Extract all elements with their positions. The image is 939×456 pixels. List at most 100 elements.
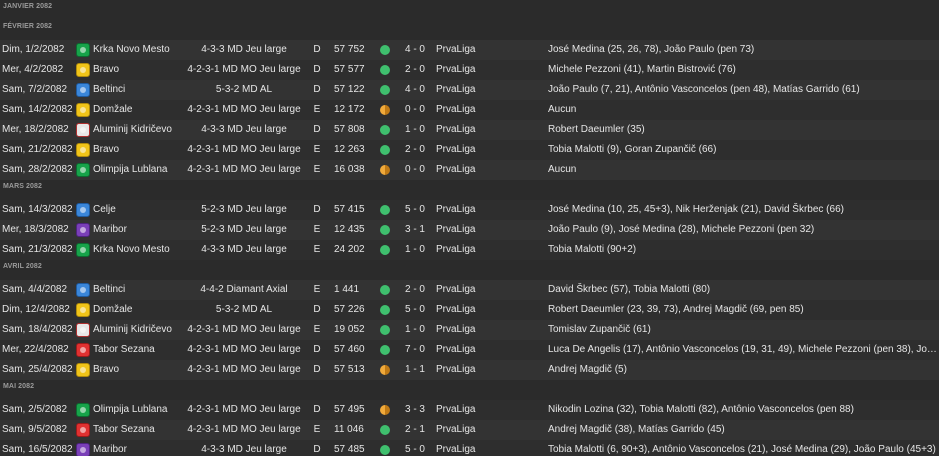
match-score[interactable]: 1 - 0 xyxy=(400,320,430,340)
match-date[interactable]: Dim, 1/2/2082 xyxy=(2,40,74,60)
match-row[interactable]: Sam, 21/3/2082 Krka Novo Mesto 4-3-3 MD … xyxy=(0,240,939,260)
match-date[interactable]: Mer, 4/2/2082 xyxy=(2,60,74,80)
match-date[interactable]: Sam, 25/4/2082 xyxy=(2,360,74,380)
competition[interactable]: PrvaLiga xyxy=(436,360,496,380)
result-indicator-icon xyxy=(380,285,390,295)
competition[interactable]: PrvaLiga xyxy=(436,40,496,60)
match-date[interactable]: Dim, 12/4/2082 xyxy=(2,300,74,320)
attendance: 57 415 xyxy=(334,204,365,215)
match-date[interactable]: Sam, 14/3/2082 xyxy=(2,200,74,220)
match-row[interactable]: Sam, 18/4/2082 Aluminij Kidričevo 4-2-3-… xyxy=(0,320,939,340)
competition[interactable]: PrvaLiga xyxy=(436,120,496,140)
club-badge-icon xyxy=(76,243,90,257)
match-row[interactable]: Mer, 18/3/2082 Maribor 5-2-3 MD Jeu larg… xyxy=(0,220,939,240)
match-score[interactable]: 2 - 0 xyxy=(400,60,430,80)
match-row[interactable]: Sam, 2/5/2082 Olimpija Lublana 4-2-3-1 M… xyxy=(0,400,939,420)
match-score[interactable]: 7 - 0 xyxy=(400,340,430,360)
competition[interactable]: PrvaLiga xyxy=(436,400,496,420)
goal-scorers: Tobia Malotti (6, 90+3), Antônio Vasconc… xyxy=(548,444,936,455)
attendance: 57 226 xyxy=(334,304,365,315)
competition[interactable]: PrvaLiga xyxy=(436,420,496,440)
goal-scorers: Andrej Magdič (38), Matías Garrido (45) xyxy=(548,424,725,435)
match-date[interactable]: Sam, 21/2/2082 xyxy=(2,140,74,160)
competition[interactable]: PrvaLiga xyxy=(436,160,496,180)
venue: E xyxy=(313,284,321,295)
competition[interactable]: PrvaLiga xyxy=(436,340,496,360)
club-badge-icon xyxy=(76,363,90,377)
formation: 4-3-3 MD Jeu large xyxy=(201,124,287,135)
competition[interactable]: PrvaLiga xyxy=(436,280,496,300)
venue: D xyxy=(313,404,321,415)
competition[interactable]: PrvaLiga xyxy=(436,60,496,80)
match-row[interactable]: Mer, 4/2/2082 Bravo 4-2-3-1 MD MO Jeu la… xyxy=(0,60,939,80)
competition[interactable]: PrvaLiga xyxy=(436,100,496,120)
match-row[interactable]: Mer, 18/2/2082 Aluminij Kidričevo 4-3-3 … xyxy=(0,120,939,140)
match-date[interactable]: Mer, 22/4/2082 xyxy=(2,340,74,360)
goal-scorers: Aucun xyxy=(548,164,577,175)
match-date[interactable]: Sam, 28/2/2082 xyxy=(2,160,74,180)
competition[interactable]: PrvaLiga xyxy=(436,320,496,340)
match-row[interactable]: Sam, 28/2/2082 Olimpija Lublana 4-2-3-1 … xyxy=(0,160,939,180)
goal-scorers: João Paulo (7, 21), Antônio Vasconcelos … xyxy=(548,84,860,95)
formation: 4-2-3-1 MD MO Jeu large xyxy=(187,164,301,175)
match-score[interactable]: 2 - 1 xyxy=(400,420,430,440)
match-score[interactable]: 1 - 1 xyxy=(400,360,430,380)
competition[interactable]: PrvaLiga xyxy=(436,140,496,160)
goal-scorers: Robert Daeumler (23, 39, 73), Andrej Mag… xyxy=(548,304,804,315)
competition[interactable]: PrvaLiga xyxy=(436,440,496,456)
match-row[interactable]: Sam, 7/2/2082 Beltinci 5-3-2 MD AL D 57 … xyxy=(0,80,939,100)
match-score[interactable]: 1 - 0 xyxy=(400,240,430,260)
result-indicator-icon xyxy=(380,45,390,55)
attendance: 57 577 xyxy=(334,64,365,75)
club-badge-icon xyxy=(76,303,90,317)
club-badge-icon xyxy=(76,163,90,177)
match-date[interactable]: Sam, 21/3/2082 xyxy=(2,240,74,260)
match-score[interactable]: 5 - 0 xyxy=(400,300,430,320)
match-date[interactable]: Mer, 18/3/2082 xyxy=(2,220,74,240)
match-date[interactable]: Sam, 2/5/2082 xyxy=(2,400,74,420)
match-score[interactable]: 3 - 3 xyxy=(400,400,430,420)
match-row[interactable]: Sam, 21/2/2082 Bravo 4-2-3-1 MD MO Jeu l… xyxy=(0,140,939,160)
match-row[interactable]: Sam, 9/5/2082 Tabor Sezana 4-2-3-1 MD MO… xyxy=(0,420,939,440)
month-header: MAI 2082 xyxy=(0,380,939,400)
match-score[interactable]: 0 - 0 xyxy=(400,160,430,180)
match-score[interactable]: 3 - 1 xyxy=(400,220,430,240)
match-score[interactable]: 2 - 0 xyxy=(400,280,430,300)
attendance: 57 122 xyxy=(334,84,365,95)
attendance: 57 808 xyxy=(334,124,365,135)
match-date[interactable]: Sam, 4/4/2082 xyxy=(2,280,74,300)
result-indicator-icon xyxy=(380,325,390,335)
competition[interactable]: PrvaLiga xyxy=(436,200,496,220)
venue: D xyxy=(313,444,321,455)
match-score[interactable]: 1 - 0 xyxy=(400,120,430,140)
venue: D xyxy=(313,344,321,355)
match-row[interactable]: Mer, 22/4/2082 Tabor Sezana 4-2-3-1 MD M… xyxy=(0,340,939,360)
match-date[interactable]: Sam, 14/2/2082 xyxy=(2,100,74,120)
match-row[interactable]: Dim, 12/4/2082 Domžale 5-3-2 MD AL D 57 … xyxy=(0,300,939,320)
match-date[interactable]: Sam, 16/5/2082 xyxy=(2,440,74,456)
match-date[interactable]: Mer, 18/2/2082 xyxy=(2,120,74,140)
match-date[interactable]: Sam, 7/2/2082 xyxy=(2,80,74,100)
competition[interactable]: PrvaLiga xyxy=(436,300,496,320)
match-row[interactable]: Sam, 4/4/2082 Beltinci 4-4-2 Diamant Axi… xyxy=(0,280,939,300)
match-date[interactable]: Sam, 18/4/2082 xyxy=(2,320,74,340)
competition[interactable]: PrvaLiga xyxy=(436,240,496,260)
formation: 4-2-3-1 MD MO Jeu large xyxy=(187,404,301,415)
match-row[interactable]: Dim, 1/2/2082 Krka Novo Mesto 4-3-3 MD J… xyxy=(0,40,939,60)
match-row[interactable]: Sam, 25/4/2082 Bravo 4-2-3-1 MD MO Jeu l… xyxy=(0,360,939,380)
competition[interactable]: PrvaLiga xyxy=(436,220,496,240)
match-row[interactable]: Sam, 14/2/2082 Domžale 4-2-3-1 MD MO Jeu… xyxy=(0,100,939,120)
formation: 4-3-3 MD Jeu large xyxy=(201,244,287,255)
match-score[interactable]: 5 - 0 xyxy=(400,200,430,220)
match-row[interactable]: Sam, 14/3/2082 Celje 5-2-3 MD Jeu large … xyxy=(0,200,939,220)
match-score[interactable]: 5 - 0 xyxy=(400,440,430,456)
match-score[interactable]: 4 - 0 xyxy=(400,40,430,60)
match-score[interactable]: 4 - 0 xyxy=(400,80,430,100)
match-row[interactable]: Sam, 16/5/2082 Maribor 4-3-3 MD Jeu larg… xyxy=(0,440,939,456)
match-score[interactable]: 0 - 0 xyxy=(400,100,430,120)
competition[interactable]: PrvaLiga xyxy=(436,80,496,100)
formation: 4-3-3 MD Jeu large xyxy=(201,444,287,455)
goal-scorers: Aucun xyxy=(548,104,577,115)
match-score[interactable]: 2 - 0 xyxy=(400,140,430,160)
match-date[interactable]: Sam, 9/5/2082 xyxy=(2,420,74,440)
